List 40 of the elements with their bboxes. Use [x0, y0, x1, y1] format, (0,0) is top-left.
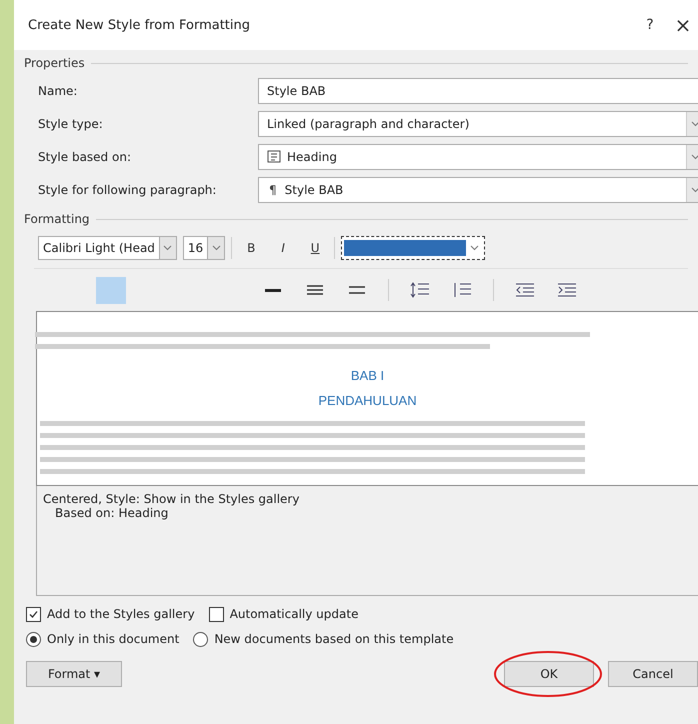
style-description: Centered, Style: Show in the Styles gallery — [43, 492, 300, 506]
section-heading: Properties — [24, 56, 85, 70]
radio-label: New documents based on this template — [214, 632, 454, 646]
preview-heading: PENDAHULUAN — [318, 392, 417, 410]
radio-button[interactable] — [193, 632, 208, 646]
font-dropdown[interactable]: Calibri Light (Head — [38, 236, 177, 260]
close-button[interactable]: × — [668, 13, 698, 37]
cancel-button[interactable]: Cancel — [608, 661, 698, 687]
checkbox[interactable] — [208, 606, 224, 622]
check-icon — [28, 608, 39, 620]
field-label: Style for following paragraph: — [38, 182, 218, 196]
style-dropdown[interactable]: Heading — [258, 144, 698, 170]
radio-label: Only in this document — [47, 632, 180, 646]
bold-button[interactable]: B — [238, 241, 264, 255]
name-field[interactable]: Style BAB — [258, 78, 698, 104]
field-label: Style type: — [38, 116, 104, 130]
preview-heading: BAB I — [350, 367, 384, 385]
checkbox-label: Add to the Styles gallery — [47, 607, 195, 621]
font-color-dropdown[interactable] — [341, 236, 486, 260]
ok-button[interactable]: OK — [504, 661, 594, 687]
field-label: Name: — [38, 84, 78, 98]
size-dropdown[interactable]: 16 — [182, 236, 226, 260]
section-heading: Formatting — [24, 212, 90, 226]
style-dropdown[interactable]: Linked (paragraph and character) — [258, 110, 698, 136]
outdent-icon[interactable] — [514, 281, 536, 299]
underline-button[interactable]: U — [302, 241, 328, 255]
format-button[interactable]: Format ▾ — [26, 661, 122, 687]
help-button[interactable]: ? — [632, 17, 668, 33]
radio-button[interactable] — [26, 632, 41, 646]
style-description: Based on: Heading — [54, 506, 170, 520]
paragraph-mark: ¶ — [268, 182, 278, 196]
checkbox-label: Automatically update — [230, 607, 358, 621]
checkbox[interactable] — [26, 606, 41, 622]
italic-button[interactable]: I — [270, 241, 296, 255]
linked-style-icon — [267, 150, 281, 163]
spacing-up-icon[interactable] — [409, 281, 431, 299]
window-title: Create New Style from Formatting — [28, 18, 251, 32]
style-dropdown[interactable]: ¶ Style BAB — [258, 176, 698, 202]
field-label: Style based on: — [38, 150, 132, 164]
indent-icon[interactable] — [556, 281, 578, 299]
